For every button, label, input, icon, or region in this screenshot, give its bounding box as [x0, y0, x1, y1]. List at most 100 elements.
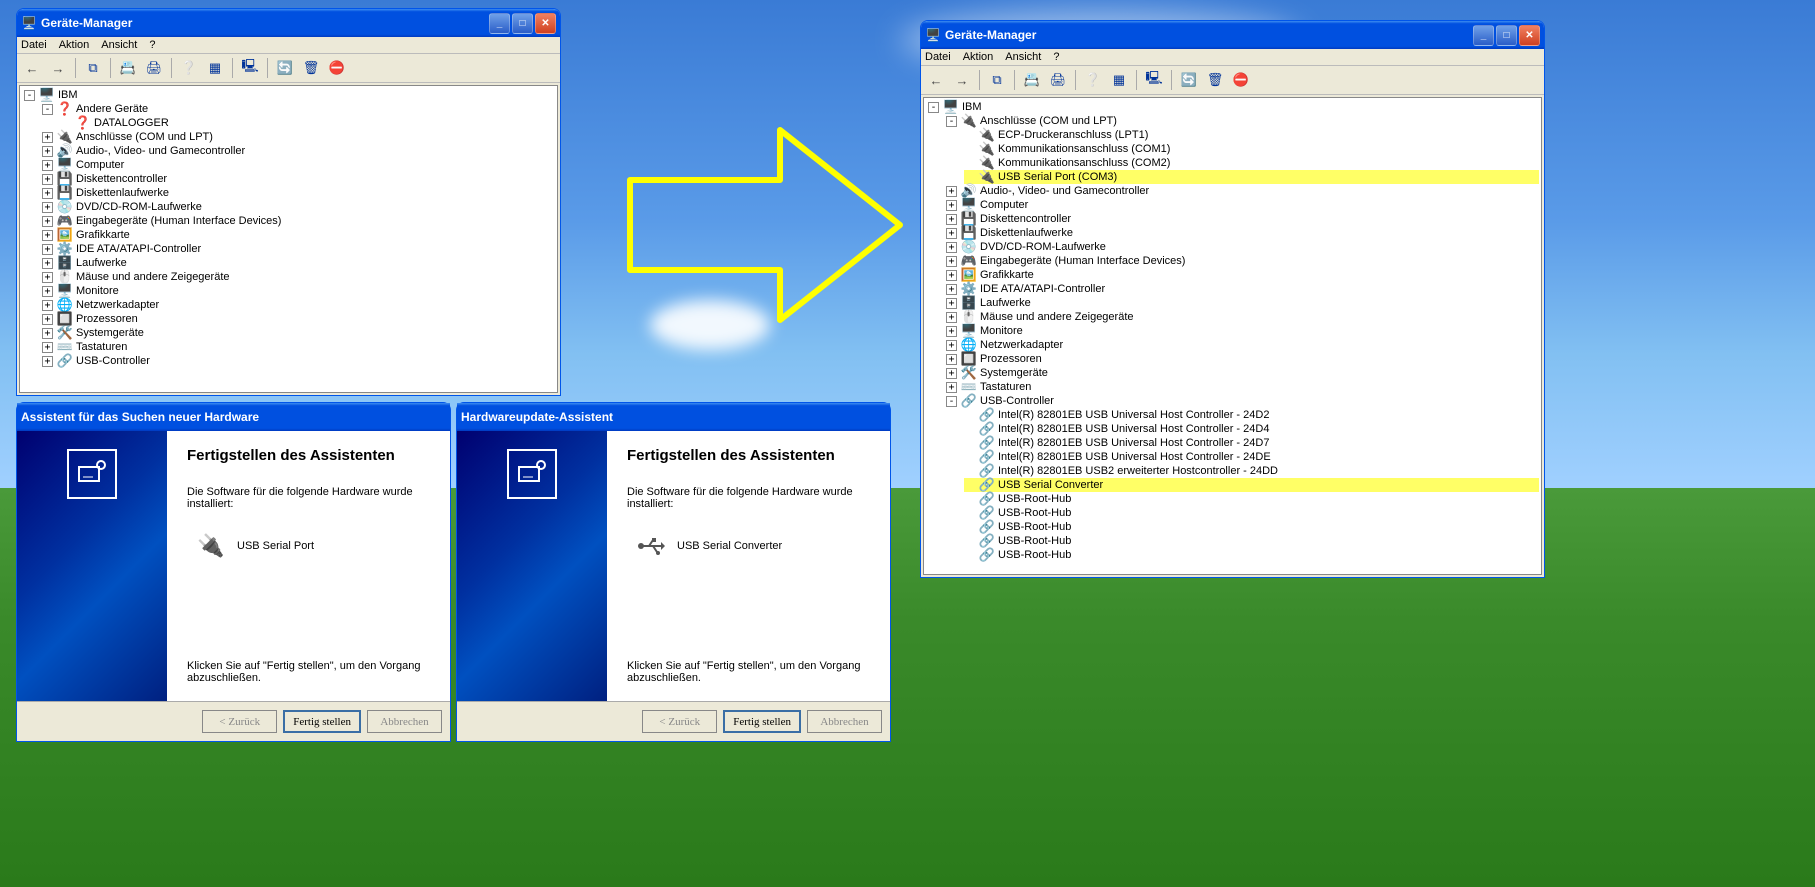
expander-icon[interactable]: + [42, 314, 53, 325]
tree-category[interactable]: + 🖱️ Mäuse und andere Zeigegeräte [946, 310, 1539, 324]
tree-category[interactable]: + 💾 Diskettenlaufwerke [946, 226, 1539, 240]
expander-icon[interactable]: + [42, 230, 53, 241]
tree-device[interactable]: 🔌 ECP-Druckeranschluss (LPT1) [964, 128, 1539, 142]
expander-icon[interactable]: + [42, 132, 53, 143]
titlebar[interactable]: 🖥️ Geräte-Manager _ □ ✕ [17, 9, 560, 37]
minimize-button[interactable]: _ [1473, 25, 1494, 46]
close-button[interactable]: ✕ [535, 13, 556, 34]
expander-icon[interactable]: + [946, 200, 957, 211]
details-icon[interactable]: ▦ [1108, 69, 1130, 91]
minimize-button[interactable]: _ [489, 13, 510, 34]
expander-icon[interactable]: + [42, 342, 53, 353]
tree-device[interactable]: 🔗 Intel(R) 82801EB USB Universal Host Co… [964, 436, 1539, 450]
expander-icon[interactable]: + [42, 300, 53, 311]
tree-device[interactable]: 🔗 USB-Root-Hub [964, 548, 1539, 562]
device-tree[interactable]: - 🖥️ IBM - ❓ Andere Geräte ❓ DATALOGGER … [19, 85, 558, 393]
tree-device[interactable]: 🔗 USB Serial Converter [964, 478, 1539, 492]
tree-category[interactable]: + 🔌 Anschlüsse (COM und LPT) [42, 130, 555, 144]
expander-icon[interactable]: + [42, 272, 53, 283]
scan-hw-icon[interactable]: 🖳 [1143, 69, 1165, 91]
tree-category[interactable]: + 🔊 Audio-, Video- und Gamecontroller [42, 144, 555, 158]
expander-icon[interactable]: + [946, 256, 957, 267]
tree-device[interactable]: ❓ DATALOGGER [60, 116, 555, 130]
expander-icon[interactable]: + [42, 202, 53, 213]
expander-icon[interactable]: + [42, 258, 53, 269]
expander-icon[interactable]: + [946, 382, 957, 393]
tree-device[interactable]: 🔗 Intel(R) 82801EB USB2 erweiterter Host… [964, 464, 1539, 478]
details-icon[interactable]: ▦ [204, 57, 226, 79]
menu-ansicht[interactable]: Ansicht [101, 39, 137, 51]
titlebar[interactable]: Assistent für das Suchen neuer Hardware [17, 403, 450, 431]
tree-category[interactable]: + 🖼️ Grafikkarte [946, 268, 1539, 282]
tree-device[interactable]: 🔌 Kommunikationsanschluss (COM1) [964, 142, 1539, 156]
tree-device[interactable]: 🔌 USB Serial Port (COM3) [964, 170, 1539, 184]
menu-datei[interactable]: Datei [21, 39, 47, 51]
nav-forward-icon[interactable]: → [951, 69, 973, 91]
menu-help[interactable]: ? [149, 39, 155, 51]
tree-category[interactable]: + 🎮 Eingabegeräte (Human Interface Devic… [42, 214, 555, 228]
tree-category[interactable]: + 💾 Diskettencontroller [946, 212, 1539, 226]
tree-device[interactable]: 🔗 USB-Root-Hub [964, 520, 1539, 534]
expander-icon[interactable]: + [946, 228, 957, 239]
device-tree[interactable]: - 🖥️ IBM - 🔌 Anschlüsse (COM und LPT) 🔌 … [923, 97, 1542, 575]
expander-icon[interactable]: + [946, 242, 957, 253]
expander-icon[interactable]: - [24, 90, 35, 101]
finish-button[interactable]: Fertig stellen [283, 710, 361, 733]
expander-icon[interactable]: + [42, 188, 53, 199]
expander-icon[interactable]: + [946, 312, 957, 323]
expander-icon[interactable]: + [946, 368, 957, 379]
update-driver-icon[interactable]: 🔄 [1178, 69, 1200, 91]
tree-category[interactable]: + ⚙️ IDE ATA/ATAPI-Controller [42, 242, 555, 256]
menu-aktion[interactable]: Aktion [963, 51, 994, 63]
tree-category[interactable]: + 🔲 Prozessoren [946, 352, 1539, 366]
expander-icon[interactable]: + [42, 356, 53, 367]
tree-category[interactable]: - 🔗 USB-Controller [946, 394, 1539, 408]
scan-hw-icon[interactable]: 🖳 [239, 57, 261, 79]
disable-icon[interactable]: ⛔ [326, 57, 348, 79]
menu-datei[interactable]: Datei [925, 51, 951, 63]
uninstall-icon[interactable]: 🗑 [1204, 69, 1226, 91]
uninstall-icon[interactable]: 🗑 [300, 57, 322, 79]
tree-category[interactable]: + 🖥️ Computer [42, 158, 555, 172]
menu-ansicht[interactable]: Ansicht [1005, 51, 1041, 63]
tree-category[interactable]: + 💾 Diskettencontroller [42, 172, 555, 186]
expander-icon[interactable]: + [42, 328, 53, 339]
update-driver-icon[interactable]: 🔄 [274, 57, 296, 79]
tree-category[interactable]: - ❓ Andere Geräte [42, 102, 555, 116]
properties-icon[interactable]: 📇 [1021, 69, 1043, 91]
expander-icon[interactable]: - [946, 116, 957, 127]
nav-forward-icon[interactable]: → [47, 57, 69, 79]
expander-icon[interactable]: + [42, 160, 53, 171]
tree-root[interactable]: - 🖥️ IBM [928, 100, 1539, 114]
tree-category[interactable]: + 🛠️ Systemgeräte [946, 366, 1539, 380]
expander-icon[interactable]: + [946, 298, 957, 309]
print-icon[interactable]: 🖨 [143, 57, 165, 79]
tree-category[interactable]: + 🛠️ Systemgeräte [42, 326, 555, 340]
expander-icon[interactable]: + [946, 354, 957, 365]
tree-category[interactable]: + 🎮 Eingabegeräte (Human Interface Devic… [946, 254, 1539, 268]
expander-icon[interactable]: + [946, 284, 957, 295]
nav-back-icon[interactable]: ← [21, 57, 43, 79]
print-icon[interactable]: 🖨 [1047, 69, 1069, 91]
tree-category[interactable]: + ⚙️ IDE ATA/ATAPI-Controller [946, 282, 1539, 296]
tree-category[interactable]: + 🖼️ Grafikkarte [42, 228, 555, 242]
tree-category[interactable]: + 🖥️ Monitore [946, 324, 1539, 338]
tree-category[interactable]: + 🖥️ Computer [946, 198, 1539, 212]
expander-icon[interactable]: + [42, 244, 53, 255]
expander-icon[interactable]: + [946, 340, 957, 351]
properties-icon[interactable]: 📇 [117, 57, 139, 79]
tree-device[interactable]: 🔗 Intel(R) 82801EB USB Universal Host Co… [964, 450, 1539, 464]
tree-device[interactable]: 🔗 Intel(R) 82801EB USB Universal Host Co… [964, 422, 1539, 436]
expander-icon[interactable]: + [42, 146, 53, 157]
tree-category[interactable]: + 🌐 Netzwerkadapter [42, 298, 555, 312]
tree-category[interactable]: + 🗄️ Laufwerke [42, 256, 555, 270]
tree-category[interactable]: + 🌐 Netzwerkadapter [946, 338, 1539, 352]
tree-view-icon[interactable]: ⧉ [986, 69, 1008, 91]
tree-view-icon[interactable]: ⧉ [82, 57, 104, 79]
expander-icon[interactable]: - [42, 104, 53, 115]
menu-help[interactable]: ? [1053, 51, 1059, 63]
expander-icon[interactable]: + [946, 326, 957, 337]
tree-category[interactable]: + 🖱️ Mäuse und andere Zeigegeräte [42, 270, 555, 284]
expander-icon[interactable]: + [42, 286, 53, 297]
tree-device[interactable]: 🔌 Kommunikationsanschluss (COM2) [964, 156, 1539, 170]
